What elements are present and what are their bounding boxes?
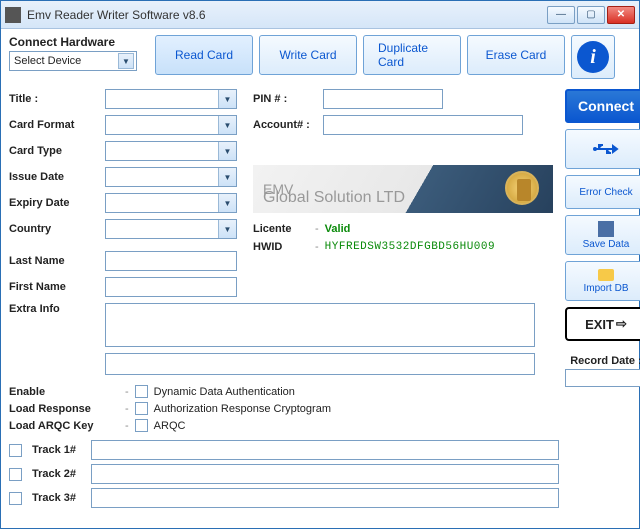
title-label: Title : [9, 93, 105, 105]
recorddate-label: Record Date : [565, 355, 640, 367]
errorcheck-button[interactable]: Error Check [565, 175, 640, 209]
write-card-button[interactable]: Write Card [259, 35, 357, 75]
firstname-label: First Name [9, 281, 105, 293]
chevron-down-icon: ▼ [218, 142, 236, 160]
savedata-button[interactable]: Save Data [565, 215, 640, 255]
extrainfo-input2[interactable] [105, 353, 535, 375]
loadarqc-checkbox[interactable] [135, 419, 148, 432]
extrainfo-label: Extra Info [9, 303, 105, 315]
enable-checkbox[interactable] [135, 385, 148, 398]
close-button[interactable]: ✕ [607, 6, 635, 24]
connect-hardware-label: Connect Hardware [9, 35, 137, 49]
window-controls: — ▢ ✕ [547, 6, 635, 24]
cardtype-combo[interactable]: ▼ [105, 141, 237, 161]
pin-input[interactable] [323, 89, 443, 109]
account-label: Account# : [253, 119, 323, 131]
track1-label: Track 1# [32, 444, 76, 456]
cardformat-combo[interactable]: ▼ [105, 115, 237, 135]
info-icon: i [577, 41, 609, 73]
license-row: Licente - Valid [253, 223, 559, 235]
top-row: Connect Hardware Select Device ▼ Read Ca… [9, 35, 631, 79]
exit-label: EXIT [585, 317, 614, 332]
track2-label: Track 2# [32, 468, 76, 480]
chevron-down-icon: ▼ [218, 90, 236, 108]
extrainfo-textarea[interactable] [105, 303, 535, 347]
read-card-button[interactable]: Read Card [155, 35, 253, 75]
expirydate-label: Expiry Date [9, 197, 105, 209]
left-column: Title : ▼ Card Format ▼ Card Type ▼ Is [9, 89, 559, 512]
app-window: Emv Reader Writer Software v8.6 — ▢ ✕ Co… [0, 0, 640, 529]
importdb-label: Import DB [583, 283, 628, 294]
pin-label: PIN # : [253, 93, 323, 105]
track1-checkbox[interactable] [9, 444, 22, 457]
importdb-button[interactable]: Import DB [565, 261, 640, 301]
maximize-button[interactable]: ▢ [577, 6, 605, 24]
lastname-label: Last Name [9, 255, 105, 267]
duplicate-card-button[interactable]: Duplicate Card [363, 35, 461, 75]
track2-input[interactable] [91, 464, 559, 484]
arc-label: Authorization Response Cryptogram [154, 403, 331, 415]
license-value: Valid [325, 223, 351, 235]
chevron-down-icon: ▼ [218, 168, 236, 186]
device-select[interactable]: Select Device ▼ [9, 51, 137, 71]
loadresponse-label: Load Response [9, 403, 119, 415]
lastname-input[interactable] [105, 251, 237, 271]
enable-label: Enable [9, 386, 119, 398]
savedata-label: Save Data [583, 239, 630, 250]
connect-button[interactable]: Connect [565, 89, 640, 123]
middle-column: PIN # : Account# : EMV Global Solution L… [253, 89, 559, 303]
track3-label: Track 3# [32, 492, 76, 504]
loadarqc-label: Load ARQC Key [9, 420, 119, 432]
track3-input[interactable] [91, 488, 559, 508]
device-select-value: Select Device [14, 55, 81, 67]
chevron-down-icon: ▼ [118, 53, 134, 69]
erase-card-button[interactable]: Erase Card [467, 35, 565, 75]
chip-icon [505, 171, 539, 205]
track2-checkbox[interactable] [9, 468, 22, 481]
content-area: Connect Hardware Select Device ▼ Read Ca… [1, 29, 639, 528]
titlebar: Emv Reader Writer Software v8.6 — ▢ ✕ [1, 1, 639, 29]
usb-button[interactable] [565, 129, 640, 169]
expirydate-combo[interactable]: ▼ [105, 193, 237, 213]
track1-input[interactable] [91, 440, 559, 460]
country-combo[interactable]: ▼ [105, 219, 237, 239]
arrow-right-icon: ⇨ [616, 316, 627, 332]
hwid-row: HWID - HYFREDSW3532DFGBD56HU009 [253, 241, 559, 253]
loadresponse-checkbox[interactable] [135, 402, 148, 415]
window-title: Emv Reader Writer Software v8.6 [27, 8, 547, 22]
right-column: Connect Error Check Save Data Import DB … [565, 89, 640, 512]
cardtype-label: Card Type [9, 145, 105, 157]
brand-banner: EMV Global Solution LTD [253, 165, 553, 213]
firstname-input[interactable] [105, 277, 237, 297]
cardformat-label: Card Format [9, 119, 105, 131]
folder-icon [598, 269, 614, 281]
checkbox-section: Enable - Dynamic Data Authentication Loa… [9, 385, 559, 432]
banner-line2: Global Solution LTD [263, 189, 405, 207]
account-input[interactable] [323, 115, 523, 135]
track3-checkbox[interactable] [9, 492, 22, 505]
license-label: Licente [253, 223, 309, 235]
chevron-down-icon: ▼ [218, 194, 236, 212]
arqc-label: ARQC [154, 420, 186, 432]
connect-hardware-box: Connect Hardware Select Device ▼ [9, 35, 137, 71]
usb-icon [593, 141, 619, 157]
record-date-section: Record Date : [565, 355, 640, 387]
exit-button[interactable]: EXIT ⇨ [565, 307, 640, 341]
save-icon [598, 221, 614, 237]
hwid-value: HYFREDSW3532DFGBD56HU009 [325, 241, 495, 253]
title-combo[interactable]: ▼ [105, 89, 237, 109]
dda-label: Dynamic Data Authentication [154, 386, 295, 398]
hwid-label: HWID [253, 241, 309, 253]
info-button[interactable]: i [571, 35, 615, 79]
chevron-down-icon: ▼ [218, 116, 236, 134]
issuedate-combo[interactable]: ▼ [105, 167, 237, 187]
tracks-section: Track 1# Track 2# Track 3# [9, 440, 559, 508]
main-body: Title : ▼ Card Format ▼ Card Type ▼ Is [9, 89, 631, 512]
chevron-down-icon: ▼ [218, 220, 236, 238]
recorddate-input[interactable] [565, 369, 640, 387]
minimize-button[interactable]: — [547, 6, 575, 24]
country-label: Country [9, 223, 105, 235]
issuedate-label: Issue Date [9, 171, 105, 183]
app-icon [5, 7, 21, 23]
